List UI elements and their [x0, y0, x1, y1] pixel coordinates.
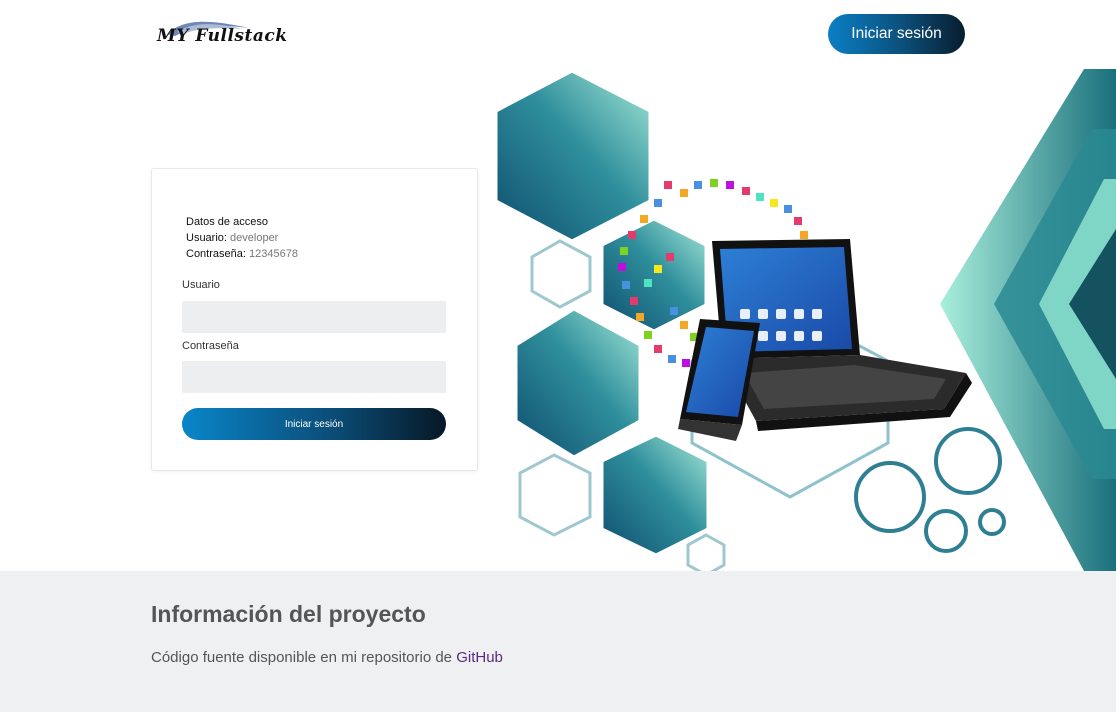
access-password-row: Contraseña: 12345678 [186, 246, 298, 262]
logo[interactable]: MY Fullstack [155, 12, 287, 54]
chevron-shapes [940, 69, 1116, 571]
access-password-value: 12345678 [249, 248, 298, 260]
footer-text: Código fuente disponible en mi repositor… [151, 649, 503, 666]
password-input[interactable] [182, 361, 446, 393]
nav-login-button[interactable]: Iniciar sesión [828, 14, 965, 54]
username-label: Usuario [182, 279, 220, 291]
hero-section: Datos de acceso Usuario: developer Contr… [0, 69, 1116, 571]
github-link[interactable]: GitHub [456, 649, 503, 666]
hero-illustration [494, 69, 1116, 571]
access-user-value: developer [230, 232, 279, 244]
username-input[interactable] [182, 301, 446, 333]
access-title: Datos de acceso [186, 216, 268, 228]
login-card: Datos de acceso Usuario: developer Contr… [151, 168, 478, 471]
password-label: Contraseña [182, 340, 239, 352]
footer-description: Código fuente disponible en mi repositor… [151, 649, 453, 666]
footer-title: Información del proyecto [151, 601, 426, 627]
project-info-footer: Información del proyecto Código fuente d… [0, 571, 1116, 712]
logo-text: MY Fullstack [157, 26, 288, 46]
access-credentials: Datos de acceso Usuario: developer Contr… [186, 214, 298, 262]
access-user-label: Usuario: [186, 232, 227, 244]
navbar: MY Fullstack Iniciar sesión [0, 0, 1116, 69]
login-submit-button[interactable]: Iniciar sesión [182, 408, 446, 440]
access-password-label: Contraseña: [186, 248, 246, 260]
access-user-row: Usuario: developer [186, 230, 298, 246]
